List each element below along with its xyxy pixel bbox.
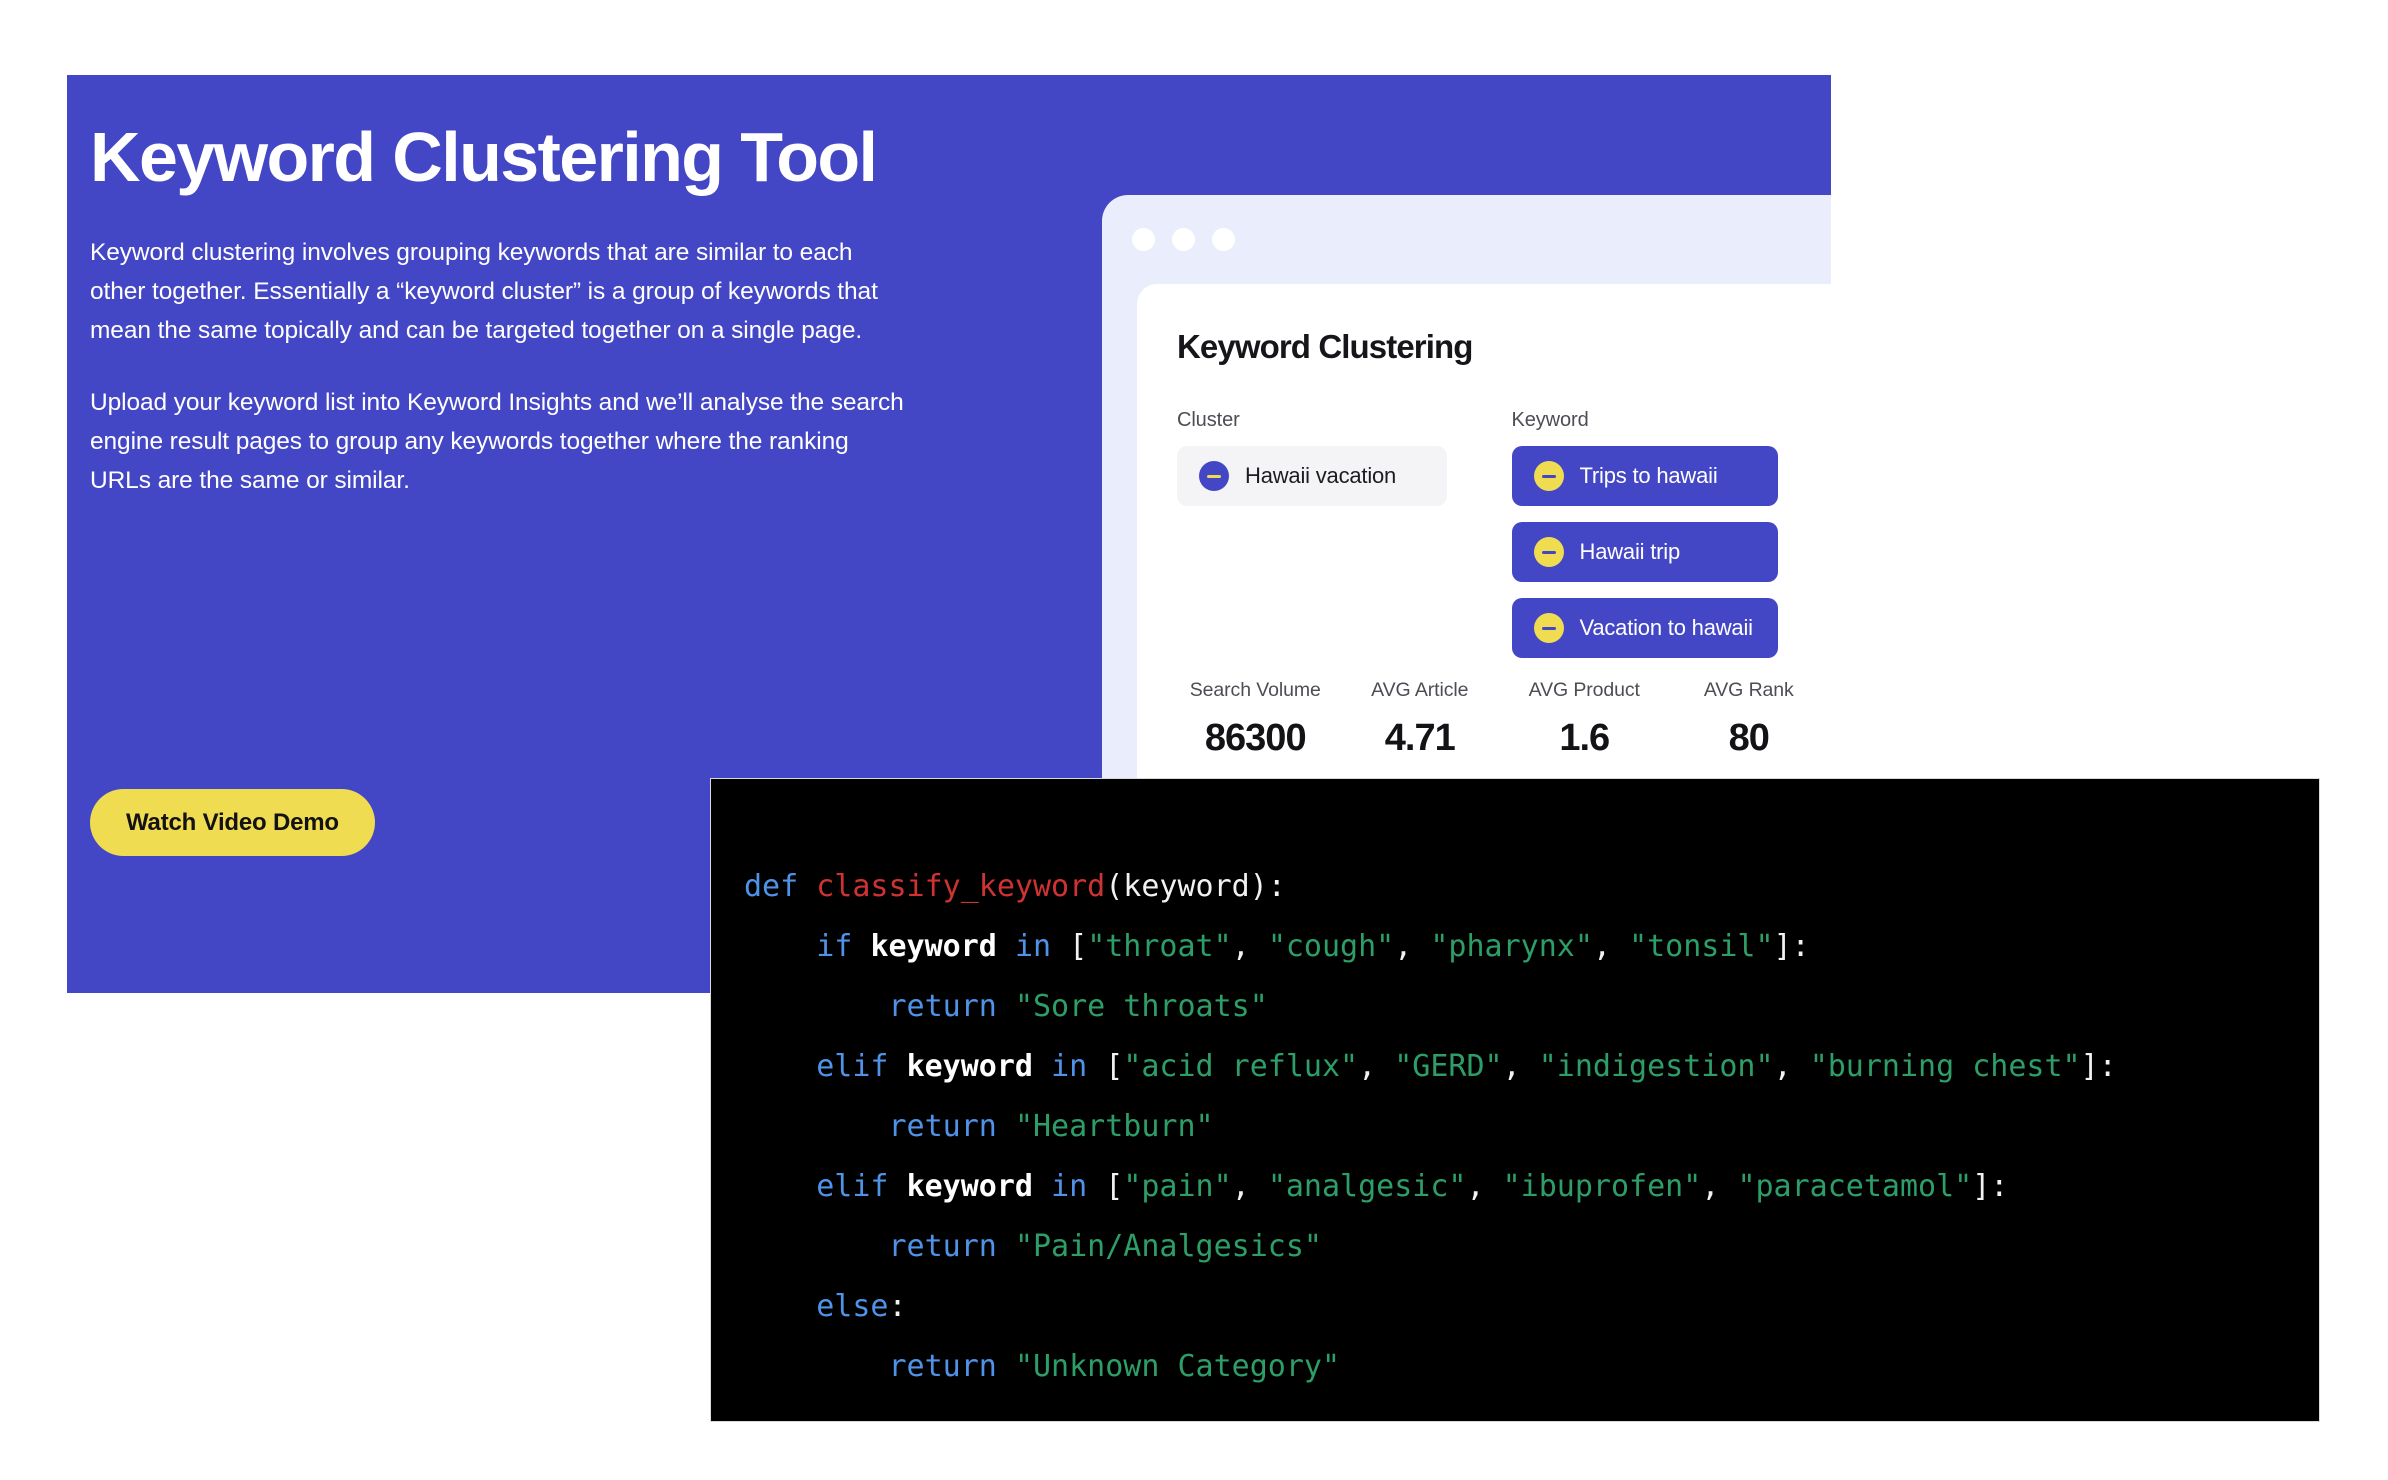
code-token: ,: [1592, 929, 1630, 964]
stat-avg-rank: AVG Rank 80: [1667, 679, 1832, 760]
page-title: Keyword Clustering Tool: [90, 118, 878, 196]
code-token: return: [888, 989, 1015, 1024]
code-token: "paracetamol": [1737, 1169, 1973, 1204]
code-token: "analgesic": [1267, 1169, 1467, 1204]
code-token: "Pain/Analgesics": [1014, 1229, 1322, 1264]
code-token: elif: [816, 1049, 907, 1084]
watch-video-demo-button[interactable]: Watch Video Demo: [90, 789, 375, 856]
code-token: [: [1105, 1049, 1124, 1084]
code-snippet-panel: def classify_keyword(keyword): if keywor…: [710, 778, 2320, 1422]
code-token: [: [1069, 929, 1088, 964]
stat-avg-product: AVG Product 1.6: [1502, 679, 1667, 760]
code-token: in: [1051, 1169, 1106, 1204]
code-token: "ibuprofen": [1502, 1169, 1702, 1204]
minus-icon[interactable]: [1533, 461, 1564, 491]
code-token: "tonsil": [1629, 929, 1774, 964]
code-token: return: [888, 1229, 1015, 1264]
keyword-chip[interactable]: Vacation to hawaii: [1511, 598, 1778, 658]
code-token: ,: [1773, 1049, 1810, 1084]
code-token: ,: [1394, 929, 1431, 964]
code-token: def: [744, 869, 817, 904]
code-token: return: [888, 1109, 1015, 1144]
keyword-chip-label: Vacation to hawaii: [1579, 615, 1754, 640]
keyword-chip[interactable]: Hawaii trip: [1511, 522, 1778, 582]
code-token: ]:: [1773, 929, 1810, 964]
code-token: keyword: [870, 929, 1015, 964]
card-title: Keyword Clustering: [1177, 328, 1473, 365]
stat-value: 4.71: [1384, 717, 1456, 759]
code-token: "cough": [1267, 929, 1395, 964]
stat-search-volume: Search Volume 86300: [1173, 679, 1338, 760]
cluster-chip-label: Hawaii vacation: [1245, 463, 1397, 488]
keyword-chip-label: Trips to hawaii: [1579, 463, 1718, 488]
minus-icon[interactable]: [1533, 537, 1564, 567]
code-token: "GERD": [1394, 1049, 1503, 1084]
code-token: "throat": [1087, 929, 1232, 964]
window-maximize-dot-icon: [1212, 228, 1235, 251]
minus-icon[interactable]: [1533, 613, 1564, 643]
code-token: :: [888, 1289, 907, 1324]
cluster-column: Cluster Hawaii vacation: [1177, 409, 1487, 674]
code-token: "pain": [1123, 1169, 1232, 1204]
code-token: "Sore throats": [1014, 989, 1268, 1024]
stat-avg-article: AVG Article 4.71: [1338, 679, 1503, 760]
hero-paragraph-1: Keyword clustering involves grouping key…: [90, 239, 878, 344]
stat-value: 86300: [1204, 717, 1307, 759]
keyword-column-label: Keyword: [1511, 409, 1589, 431]
stats-row: Search Volume 86300 AVG Article 4.71 AVG…: [1173, 679, 1831, 760]
stat-label: AVG Article: [1371, 679, 1469, 701]
stat-value: 80: [1728, 717, 1770, 759]
code-token: elif: [816, 1169, 907, 1204]
code-token: in: [1051, 1049, 1106, 1084]
code-token: [: [1105, 1169, 1124, 1204]
cluster-column-label: Cluster: [1177, 409, 1240, 431]
keyword-chip-label: Hawaii trip: [1579, 539, 1681, 564]
code-token: ,: [1502, 1049, 1539, 1084]
code-token: ]:: [1972, 1169, 2009, 1204]
code-token: ]:: [2080, 1049, 2117, 1084]
code-token: else: [816, 1289, 889, 1324]
cluster-chip[interactable]: Hawaii vacation: [1177, 446, 1447, 506]
hero-paragraph-2: Upload your keyword list into Keyword In…: [90, 389, 904, 494]
keyword-column: Keyword Trips to hawaii Hawaii trip Vaca…: [1511, 409, 1822, 674]
code-block: def classify_keyword(keyword): if keywor…: [744, 857, 2117, 1397]
window-controls: [1132, 228, 1235, 251]
code-token: "acid reflux": [1123, 1049, 1359, 1084]
code-token: "burning chest": [1809, 1049, 2081, 1084]
code-token: in: [1014, 929, 1070, 964]
minus-icon[interactable]: [1199, 461, 1229, 491]
cluster-keyword-columns: Cluster Hawaii vacation Keyword Trips to…: [1177, 409, 1821, 674]
code-token: ,: [1231, 929, 1268, 964]
window-minimize-dot-icon: [1172, 228, 1195, 251]
stat-label: Search Volume: [1189, 679, 1321, 701]
hero-copy: Keyword Clustering Tool Keyword clusteri…: [90, 120, 910, 500]
code-token: return: [888, 1349, 1015, 1384]
code-token: ,: [1231, 1169, 1268, 1204]
code-token: if: [816, 929, 871, 964]
stat-label: AVG Product: [1528, 679, 1640, 701]
stat-label: AVG Rank: [1703, 679, 1794, 701]
stat-value: 1.6: [1559, 717, 1610, 759]
code-token: classify_keyword: [816, 869, 1106, 904]
code-token: ,: [1701, 1169, 1738, 1204]
code-token: ,: [1466, 1169, 1503, 1204]
window-close-dot-icon: [1132, 228, 1155, 251]
code-token: keyword: [906, 1049, 1052, 1084]
code-token: ,: [1358, 1049, 1395, 1084]
code-token: "Unknown Category": [1014, 1349, 1341, 1384]
code-token: "indigestion": [1538, 1049, 1774, 1084]
code-token: keyword: [906, 1169, 1052, 1204]
code-token: "pharynx": [1430, 929, 1593, 964]
keyword-chip[interactable]: Trips to hawaii: [1511, 446, 1778, 506]
code-token: (keyword):: [1105, 869, 1286, 904]
code-token: "Heartburn": [1014, 1109, 1214, 1144]
